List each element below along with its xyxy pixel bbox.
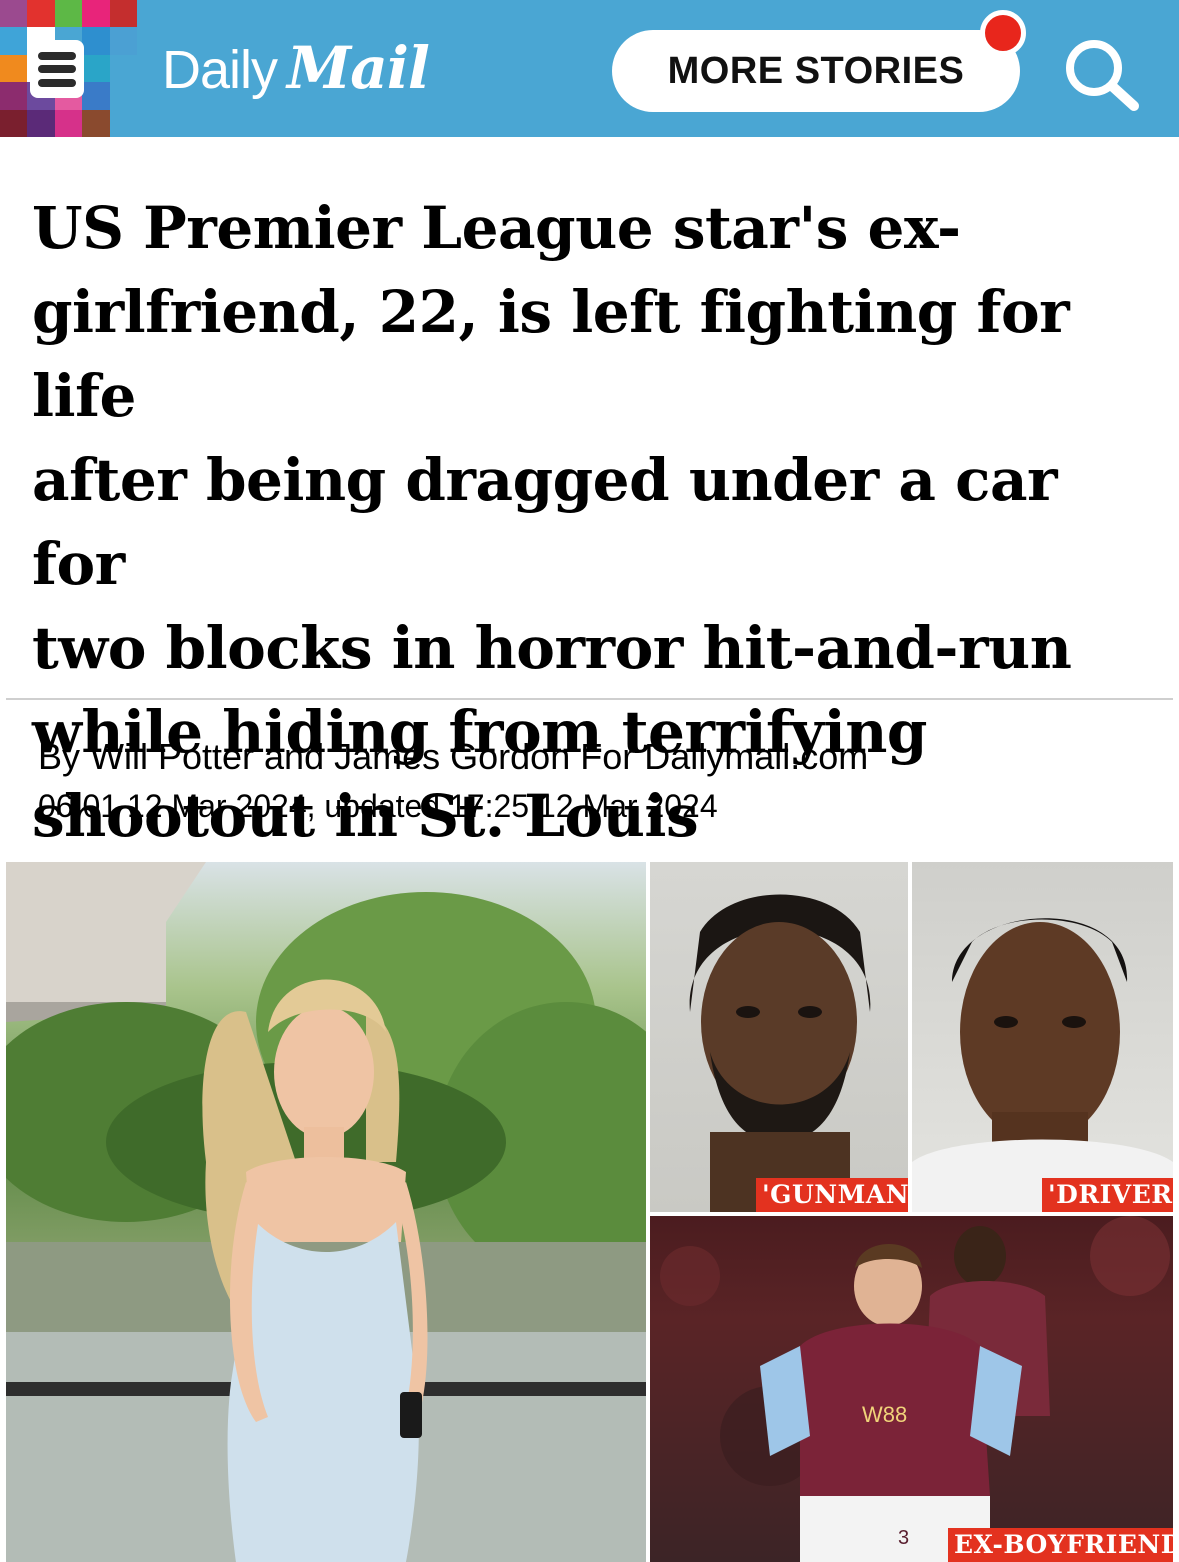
mosaic-tile xyxy=(0,27,28,55)
ex-boyfriend-tag: EX-BOYFRIEND xyxy=(948,1528,1173,1562)
logo-mail-text: Mail xyxy=(287,34,430,102)
mosaic-tile xyxy=(0,82,28,110)
article-main-photo[interactable] xyxy=(6,862,646,1562)
mosaic-tile xyxy=(54,0,83,28)
ex-boyfriend-photo[interactable]: W88 3 EX-BOYFRIEND xyxy=(650,1216,1173,1562)
headline-line: US Premier League star's ex- xyxy=(32,194,961,262)
shirt-sponsor-text: W88 xyxy=(862,1402,907,1427)
mosaic-tile xyxy=(82,109,110,137)
gunman-tag: 'GUNMAN' xyxy=(756,1178,908,1212)
mosaic-tile xyxy=(27,0,55,28)
hamburger-menu-icon[interactable] xyxy=(30,40,84,98)
headline-line: after being dragged under a car for xyxy=(32,446,1058,598)
headline-divider xyxy=(6,698,1173,700)
driver-portrait-illustration xyxy=(912,918,1173,1212)
logo-daily-text: Daily xyxy=(162,40,278,100)
mosaic-tile xyxy=(109,82,137,110)
mosaic-tile xyxy=(109,54,137,83)
woman-photo-illustration xyxy=(6,862,646,1562)
mosaic-tile xyxy=(0,109,28,137)
article-dateline: 06:01 12 Mar 2024, updated 17:25 12 Mar … xyxy=(38,788,718,824)
mosaic-tile xyxy=(82,54,110,83)
driver-mugshot[interactable]: 'DRIVER' xyxy=(912,862,1173,1212)
mosaic-tile xyxy=(0,0,28,28)
article-byline[interactable]: By Will Potter and James Gordon For Dail… xyxy=(38,736,868,778)
gunman-portrait-illustration xyxy=(689,894,871,1212)
mosaic-tile xyxy=(82,82,110,110)
mosaic-tile xyxy=(82,0,110,28)
more-stories-button[interactable]: MORE STORIES xyxy=(612,30,1020,112)
notification-dot xyxy=(980,10,1026,56)
mosaic-tile xyxy=(82,27,110,55)
mosaic-tile xyxy=(109,27,137,55)
shirt-number-text: 3 xyxy=(898,1527,909,1549)
mosaic-tile xyxy=(0,54,28,83)
footballer-illustration: W88 3 xyxy=(660,1216,1170,1562)
site-header: Daily Mail MORE STORIES xyxy=(0,0,1179,137)
mosaic-tile xyxy=(54,109,83,137)
mosaic-tile xyxy=(109,109,137,137)
mosaic-tile xyxy=(109,0,137,28)
gunman-mugshot[interactable]: 'GUNMAN' xyxy=(650,862,908,1212)
headline-line: girlfriend, 22, is left fighting for lif… xyxy=(32,278,1070,430)
mosaic-tile xyxy=(27,109,55,137)
driver-tag: 'DRIVER' xyxy=(1042,1178,1173,1212)
headline-line: two blocks in horror hit-and-run xyxy=(32,614,1072,682)
search-icon[interactable] xyxy=(1058,34,1144,112)
daily-mail-logo[interactable]: Daily Mail xyxy=(162,34,430,104)
